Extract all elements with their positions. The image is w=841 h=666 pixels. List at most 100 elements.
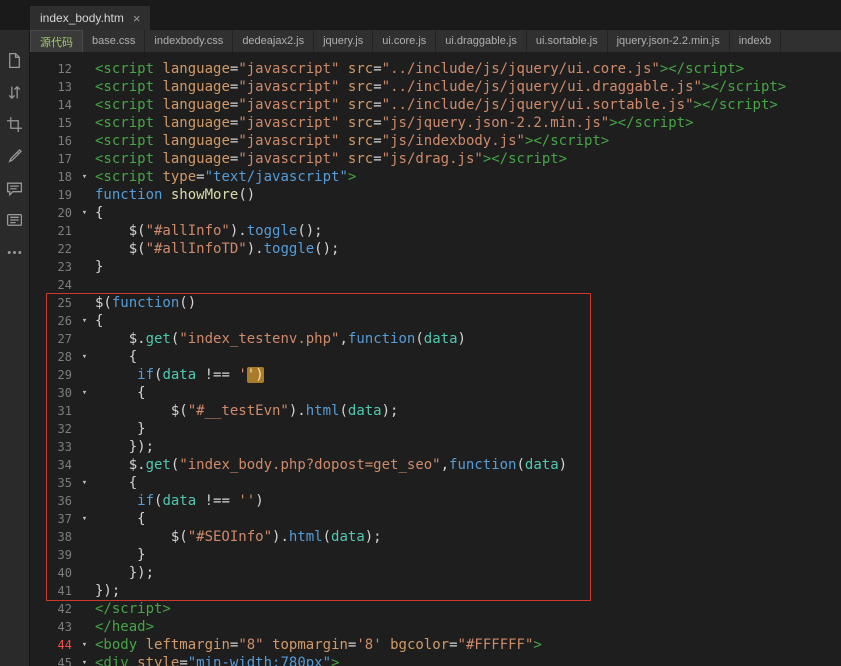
code-line-31[interactable]: 31 $("#__testEvn").html(data); <box>30 402 841 420</box>
related-file-ui.core.js[interactable]: ui.core.js <box>373 30 437 52</box>
line-number: 14 <box>57 98 72 112</box>
line-number: 20 <box>57 206 72 220</box>
code-text: <script language="javascript" src="js/in… <box>95 133 610 149</box>
code-line-32[interactable]: 32 } <box>30 420 841 438</box>
code-line-17[interactable]: 17 <script language="javascript" src="js/… <box>30 150 841 168</box>
code-text: <script type="text/javascript"> <box>95 169 357 185</box>
code-line-21[interactable]: 21 $("#allInfo").toggle(); <box>30 222 841 240</box>
line-number: 45 <box>57 656 72 666</box>
format-brush-icon[interactable] <box>6 148 23 165</box>
code-lines: 12 <script language="javascript" src="../… <box>30 60 841 666</box>
code-line-33[interactable]: 33 }); <box>30 438 841 456</box>
code-text: $(function() <box>95 295 197 311</box>
related-file-indexb[interactable]: indexb <box>730 30 782 52</box>
code-line-42[interactable]: 42 </script> <box>30 600 841 618</box>
code-line-28[interactable]: 28 ▾ { <box>30 348 841 366</box>
code-text: if(data !== '') <box>137 367 264 383</box>
line-number: 26 <box>57 314 72 328</box>
code-line-26[interactable]: 26 ▾{ <box>30 312 841 330</box>
code-line-39[interactable]: 39 } <box>30 546 841 564</box>
code-line-20[interactable]: 20 ▾{ <box>30 204 841 222</box>
new-file-icon[interactable] <box>6 52 23 69</box>
code-line-18[interactable]: 18 ▾ <script type="text/javascript"> <box>30 168 841 186</box>
close-tab-icon[interactable]: × <box>133 12 141 25</box>
line-number: 43 <box>57 620 72 634</box>
code-line-41[interactable]: 41}); <box>30 582 841 600</box>
fold-arrow-icon[interactable]: ▾ <box>74 636 95 654</box>
fold-arrow-icon[interactable]: ▾ <box>74 654 95 666</box>
code-text: $("#allInfo").toggle(); <box>95 223 323 239</box>
related-file-jquery.js[interactable]: jquery.js <box>314 30 374 52</box>
line-number: 27 <box>57 332 72 346</box>
line-number: 38 <box>57 530 72 544</box>
code-line-19[interactable]: 19 function showMore() <box>30 186 841 204</box>
fold-arrow-icon[interactable]: ▾ <box>74 312 95 330</box>
code-text: if(data !== '') <box>137 493 264 509</box>
code-text: { <box>95 475 138 491</box>
code-line-34[interactable]: 34 $.get("index_body.php?dopost=get_seo"… <box>30 456 841 474</box>
fold-arrow-icon[interactable]: ▾ <box>74 474 95 492</box>
code-line-12[interactable]: 12 <script language="javascript" src="../… <box>30 60 841 78</box>
code-line-25[interactable]: 25 $(function() <box>30 294 841 312</box>
fold-arrow-icon[interactable]: ▾ <box>74 348 95 366</box>
code-editor[interactable]: 12 <script language="javascript" src="../… <box>30 52 841 666</box>
line-number: 40 <box>57 566 72 580</box>
line-number: 29 <box>57 368 72 382</box>
line-number: 41 <box>57 584 72 598</box>
document-tab-title: index_body.htm <box>40 11 124 25</box>
code-line-27[interactable]: 27 $.get("index_testenv.php",function(da… <box>30 330 841 348</box>
fold-arrow-icon[interactable]: ▾ <box>74 384 95 402</box>
comment-icon[interactable] <box>6 180 23 197</box>
related-file-dedeajax2.js[interactable]: dedeajax2.js <box>233 30 315 52</box>
code-line-29[interactable]: 29 if(data !== '') <box>30 366 841 384</box>
code-text: { <box>95 385 146 401</box>
more-icon[interactable] <box>6 244 23 261</box>
fold-arrow-icon[interactable]: ▾ <box>74 204 95 222</box>
related-file-ui.sortable.js[interactable]: ui.sortable.js <box>527 30 608 52</box>
line-number: 37 <box>57 512 72 526</box>
code-line-30[interactable]: 30 ▾ { <box>30 384 841 402</box>
crop-tool-icon[interactable] <box>6 116 23 133</box>
related-file-ui.draggable.js[interactable]: ui.draggable.js <box>436 30 527 52</box>
line-number: 34 <box>57 458 72 472</box>
code-line-38[interactable]: 38 $("#SEOInfo").html(data); <box>30 528 841 546</box>
code-line-22[interactable]: 22 $("#allInfoTD").toggle(); <box>30 240 841 258</box>
code-text: <script language="javascript" src="js/dr… <box>95 151 568 167</box>
comment-block-icon[interactable] <box>6 212 23 229</box>
code-line-35[interactable]: 35 ▾ { <box>30 474 841 492</box>
code-line-43[interactable]: 43 </head> <box>30 618 841 636</box>
related-file-indexbody.css[interactable]: indexbody.css <box>145 30 234 52</box>
code-line-40[interactable]: 40 }); <box>30 564 841 582</box>
related-file-source-code[interactable]: 源代码 <box>30 30 83 52</box>
code-line-24[interactable]: 24 <box>30 276 841 294</box>
line-number: 17 <box>57 152 72 166</box>
code-line-44[interactable]: 44 ▾ <body leftmargin="8" topmargin='8' bg… <box>30 636 841 654</box>
code-text: { <box>95 349 138 365</box>
code-line-36[interactable]: 36 if(data !== '') <box>30 492 841 510</box>
sort-lines-icon[interactable] <box>6 84 23 101</box>
code-text: <script language="javascript" src="../in… <box>95 61 745 77</box>
related-file-jquery.json-2.2.min.js[interactable]: jquery.json-2.2.min.js <box>608 30 730 52</box>
code-line-13[interactable]: 13 <script language="javascript" src="../… <box>30 78 841 96</box>
code-line-14[interactable]: 14 <script language="javascript" src="../… <box>30 96 841 114</box>
fold-arrow-icon[interactable]: ▾ <box>74 168 95 186</box>
code-line-23[interactable]: 23} <box>30 258 841 276</box>
code-text: } <box>95 259 104 275</box>
document-tab[interactable]: index_body.htm × <box>30 6 151 30</box>
code-line-45[interactable]: 45 ▾ <div style="min-width:780px"> <box>30 654 841 666</box>
line-number: 25 <box>57 296 72 310</box>
code-line-15[interactable]: 15 <script language="javascript" src="js/… <box>30 114 841 132</box>
code-line-37[interactable]: 37 ▾ { <box>30 510 841 528</box>
code-line-16[interactable]: 16 <script language="javascript" src="js/… <box>30 132 841 150</box>
code-text: { <box>95 511 146 527</box>
fold-arrow-icon[interactable]: ▾ <box>74 510 95 528</box>
related-file-base.css[interactable]: base.css <box>83 30 146 52</box>
